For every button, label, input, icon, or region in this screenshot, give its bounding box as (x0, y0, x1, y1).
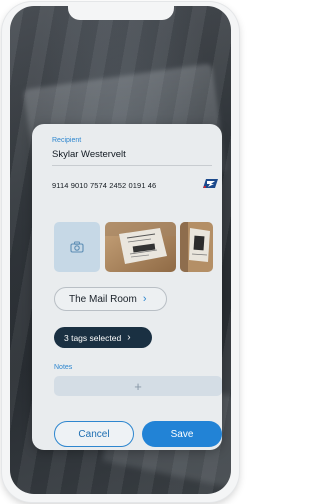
tags-label: 3 tags selected (64, 332, 122, 343)
location-selector[interactable]: The Mail Room › (54, 287, 167, 311)
recipient-name[interactable]: Skylar Westervelt (52, 149, 126, 160)
tags-selector[interactable]: 3 tags selected › (54, 327, 152, 348)
recipient-divider (52, 165, 212, 166)
add-note-button[interactable]: + (54, 376, 222, 396)
save-button[interactable]: Save (142, 421, 222, 447)
usps-eagle-icon (203, 179, 218, 188)
package-details-card: Recipient Skylar Westervelt 9114 9010 75… (32, 124, 222, 450)
add-photo-button[interactable] (54, 222, 100, 272)
chevron-right-icon: › (142, 293, 147, 305)
camera-background: Recipient Skylar Westervelt 9114 9010 75… (10, 6, 231, 494)
package-photo-thumbnail[interactable] (180, 222, 213, 272)
plus-icon: + (134, 378, 142, 394)
location-label: The Mail Room (69, 293, 137, 305)
phone-frame: Recipient Skylar Westervelt 9114 9010 75… (2, 2, 239, 502)
package-photo-thumbnail[interactable] (105, 222, 176, 272)
notes-label: Notes (54, 364, 73, 371)
cancel-button[interactable]: Cancel (54, 421, 134, 447)
tracking-number: 9114 9010 7574 2452 0191 46 (52, 181, 157, 190)
chevron-right-icon: › (127, 332, 131, 343)
camera-icon (70, 241, 84, 253)
recipient-label: Recipient (52, 137, 82, 144)
phone-notch (68, 2, 174, 20)
